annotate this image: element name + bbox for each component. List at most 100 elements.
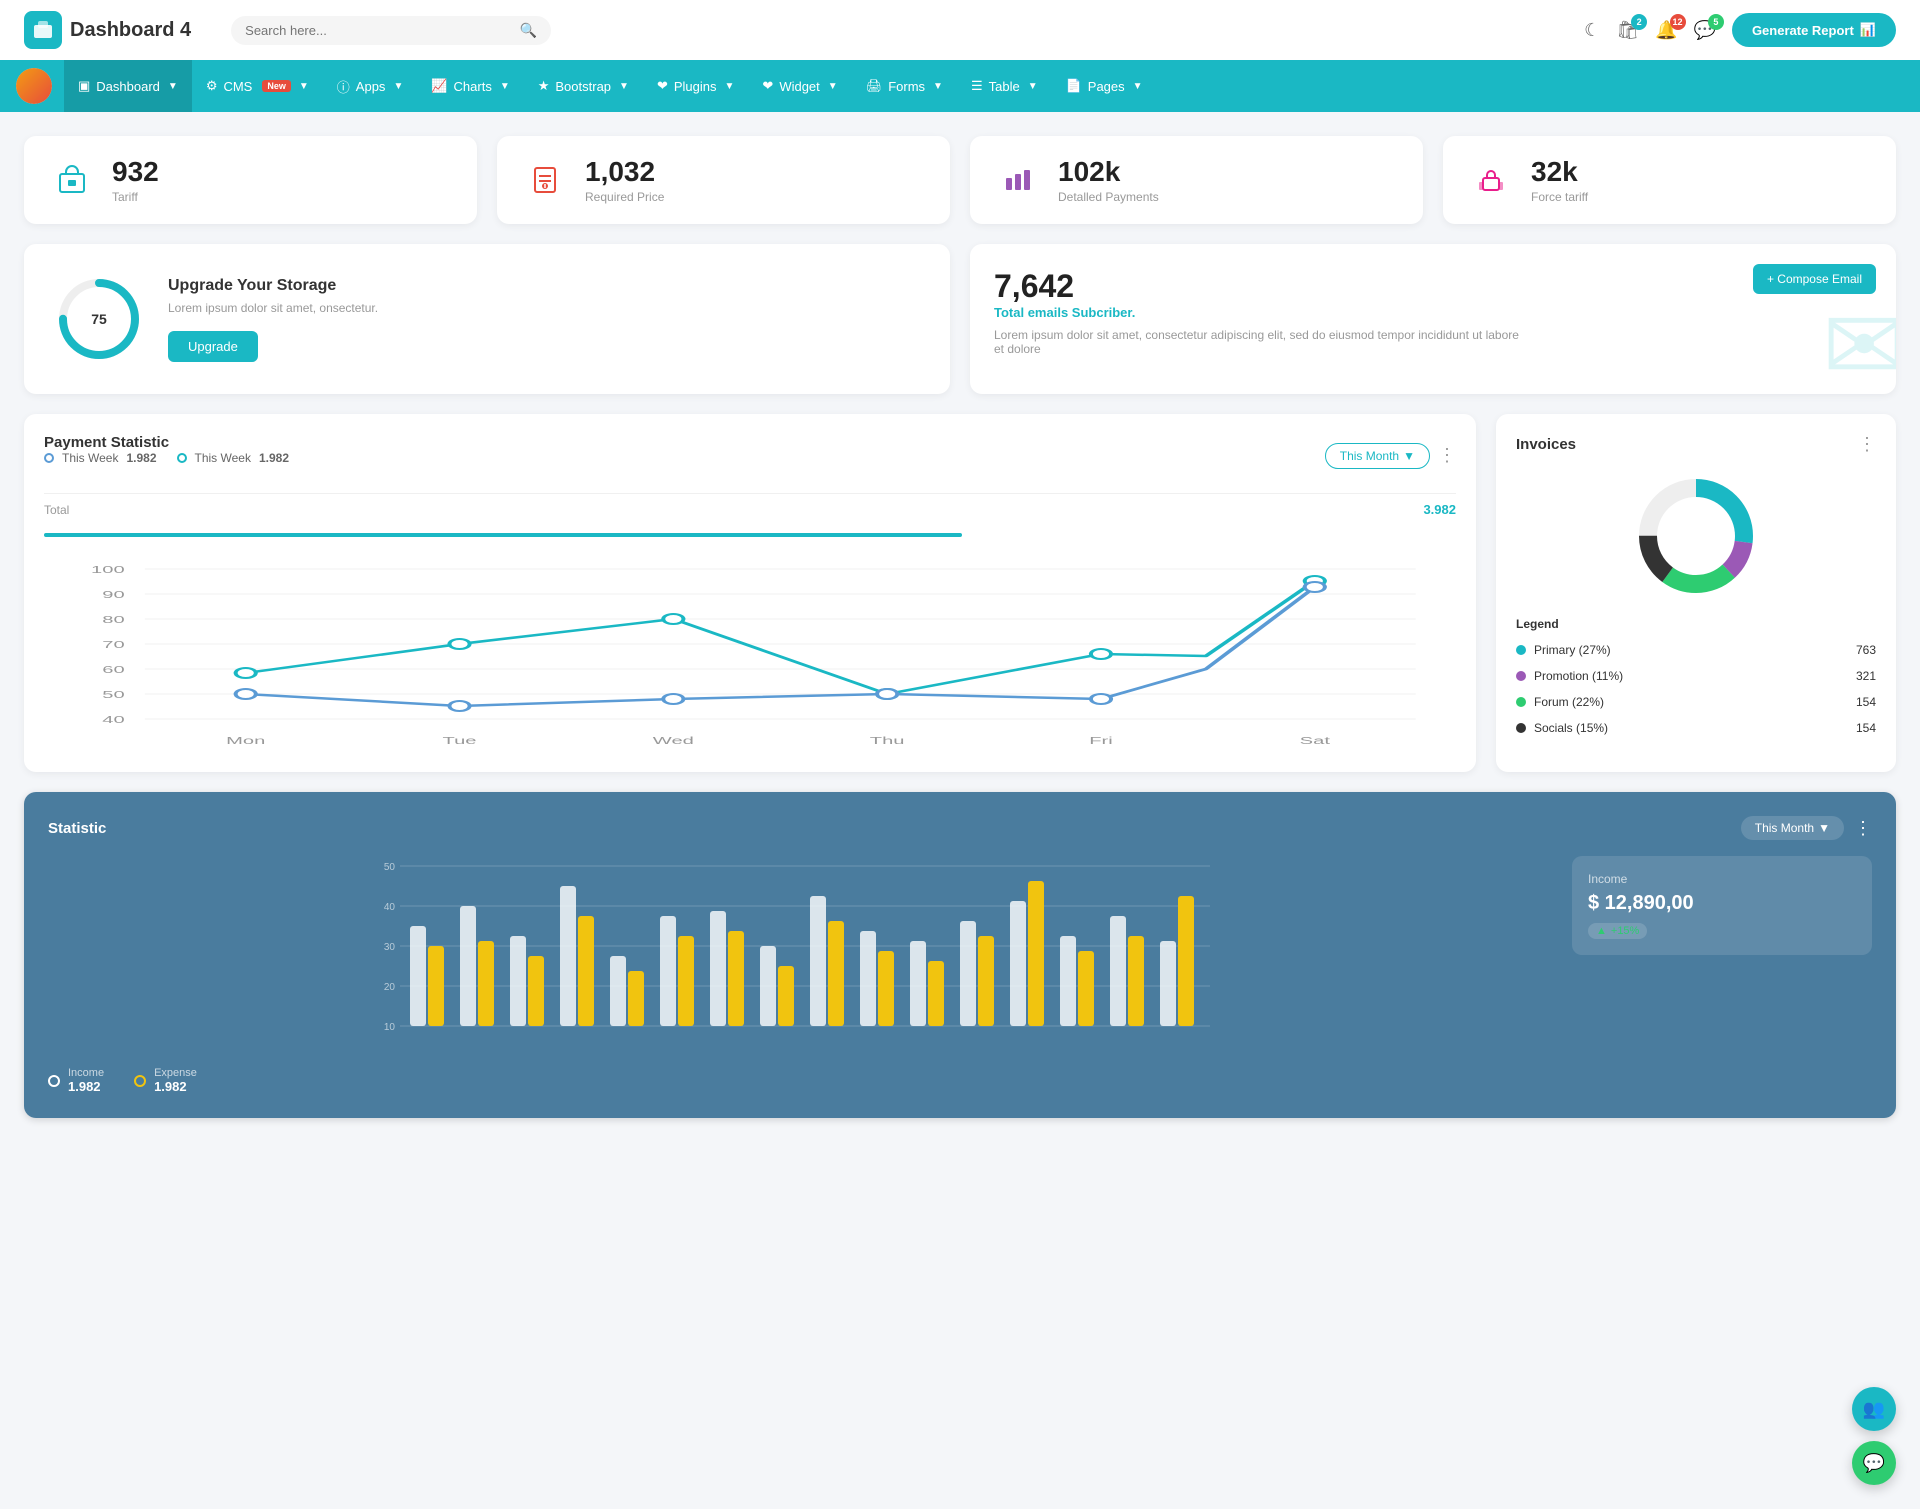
income-panel-label: Income [1588,872,1856,886]
pages-icon: 📄 [1066,78,1082,94]
chat-icon[interactable]: 💬 5 [1694,20,1716,41]
legend-item-1: This Week 1.982 [177,451,290,465]
bell-badge: 12 [1670,14,1686,30]
stat-card-force-tariff: 32k Force tariff [1443,136,1896,224]
bell-icon[interactable]: 🔔 12 [1655,20,1677,41]
stat-cards-grid: 932 Tariff 1,032 Required Price [24,136,1896,224]
line-chart-svg: 100 90 80 70 60 50 40 Mon Tue Wed Thu Fr… [44,549,1456,749]
expense-legend-item: Expense 1.982 [134,1067,197,1094]
dashboard-icon: ▣ [78,78,90,94]
legend-dot-blue [44,453,54,463]
invoices-card: Invoices ⋮ Legend [1496,414,1896,772]
required-price-value: 1,032 [585,156,664,188]
heart-icon: ❤ [657,78,668,94]
search-input[interactable] [245,23,512,38]
tariff-label: Tariff [112,190,159,204]
statistic-title: Statistic [48,820,106,837]
legend-dot-teal [177,453,187,463]
svg-text:50: 50 [102,690,125,701]
svg-text:50: 50 [384,862,396,873]
detailed-payments-value: 102k [1058,156,1159,188]
detailed-payments-label: Detalled Payments [1058,190,1159,204]
force-tariff-icon [1467,156,1515,204]
chat-fab-button[interactable]: 💬 [1852,1441,1896,1485]
statistic-month-filter-button[interactable]: This Month ▼ [1741,816,1844,840]
info-icon: ⓘ [337,77,350,96]
statistic-bar-chart: 50 40 30 20 10 [48,856,1552,1056]
legend-item-0: This Week 1.982 [44,451,157,465]
payment-chart-title: Payment Statistic [44,434,289,451]
svg-text:Fri: Fri [1089,736,1113,747]
tariff-value: 932 [112,156,159,188]
chart-total-bar [44,533,962,537]
cart-badge: 2 [1631,14,1647,30]
primary-color-dot [1516,645,1526,655]
stat-card-detailed-payments: 102k Detalled Payments [970,136,1423,224]
income-legend-dot [48,1075,60,1087]
charts-icon: 📈 [431,78,447,94]
tariff-icon [48,156,96,204]
moon-icon[interactable]: ☾ [1584,20,1600,41]
invoices-title: Invoices [1516,436,1576,453]
chart-total: Total 3.982 [44,493,1456,525]
this-month-filter-button[interactable]: This Month ▼ [1325,443,1430,469]
generate-report-button[interactable]: Generate Report 📊 [1732,13,1896,47]
income-panel-amount: $ 12,890,00 [1588,892,1856,915]
storage-progress: 75 [54,274,144,364]
svg-text:90: 90 [102,590,125,601]
main-content: 932 Tariff 1,032 Required Price [0,112,1920,1142]
storage-description: Lorem ipsum dolor sit amet, onsectetur. [168,301,378,315]
svg-text:Mon: Mon [226,736,265,747]
header: Dashboard 4 🔍 ☾ 🛍 2 🔔 12 💬 5 Generate Re… [0,0,1920,60]
invoices-more-button[interactable]: ⋮ [1858,434,1876,455]
nav-item-forms[interactable]: 🖨 Forms ▼ [852,60,957,112]
stat-card-tariff: 932 Tariff [24,136,477,224]
chart-header: Payment Statistic This Week 1.982 This W… [44,434,1456,477]
svg-text:Tue: Tue [443,736,477,747]
legend-title: Legend [1516,617,1876,631]
email-bg-icon: ✉ [1822,287,1896,394]
svg-text:60: 60 [102,665,125,676]
svg-text:30: 30 [384,942,396,953]
statistic-card: Statistic This Month ▼ ⋮ 50 [24,792,1896,1118]
cart-icon[interactable]: 🛍 2 [1616,20,1639,41]
support-fab-button[interactable]: 👥 [1852,1387,1896,1431]
nav-item-cms[interactable]: ⚙ CMS New ▼ [192,60,323,112]
up-arrow-icon: ▲ [1596,925,1607,937]
nav-avatar [16,68,52,104]
search-bar[interactable]: 🔍 [231,16,551,45]
invoice-legend-item-1: Promotion (11%) 321 [1516,663,1876,689]
cms-new-badge: New [262,80,291,92]
nav-item-charts[interactable]: 📈 Charts ▼ [417,60,523,112]
nav-item-widget[interactable]: ❤ Widget ▼ [748,60,851,112]
upgrade-button[interactable]: Upgrade [168,331,258,362]
nav-item-apps[interactable]: ⓘ Apps ▼ [323,60,418,112]
svg-text:40: 40 [384,902,396,913]
nav-item-plugins[interactable]: ❤ Plugins ▼ [643,60,748,112]
storage-title: Upgrade Your Storage [168,277,378,295]
middle-row: 75 Upgrade Your Storage Lorem ipsum dolo… [24,244,1896,394]
force-tariff-value: 32k [1531,156,1588,188]
nav-item-dashboard[interactable]: ▣ Dashboard ▼ [64,60,192,112]
svg-text:Wed: Wed [653,736,694,747]
chart-filter: This Month ▼ ⋮ [1325,443,1456,469]
statistic-more-button[interactable]: ⋮ [1854,818,1872,839]
app-title: Dashboard 4 [70,19,191,42]
chart-more-button[interactable]: ⋮ [1438,445,1456,466]
nav-item-bootstrap[interactable]: ★ Bootstrap ▼ [524,60,643,112]
storage-card: 75 Upgrade Your Storage Lorem ipsum dolo… [24,244,950,394]
fab-container: 👥 💬 [1852,1387,1896,1485]
nav-item-table[interactable]: ☰ Table ▼ [957,60,1052,112]
nav-item-pages[interactable]: 📄 Pages ▼ [1052,60,1157,112]
donut-chart [1516,471,1876,601]
expense-legend-dot [134,1075,146,1087]
svg-text:10: 10 [384,1022,396,1033]
email-number: 7,642 [994,268,1872,305]
logo-icon [24,11,62,49]
widget-icon: ❤ [762,78,773,94]
search-icon: 🔍 [520,22,537,39]
statistic-legend: Income 1.982 Expense 1.982 [48,1067,1552,1094]
svg-text:20: 20 [384,982,396,993]
email-subtitle: Total emails Subcriber. [994,305,1872,320]
storage-info: Upgrade Your Storage Lorem ipsum dolor s… [168,277,378,362]
